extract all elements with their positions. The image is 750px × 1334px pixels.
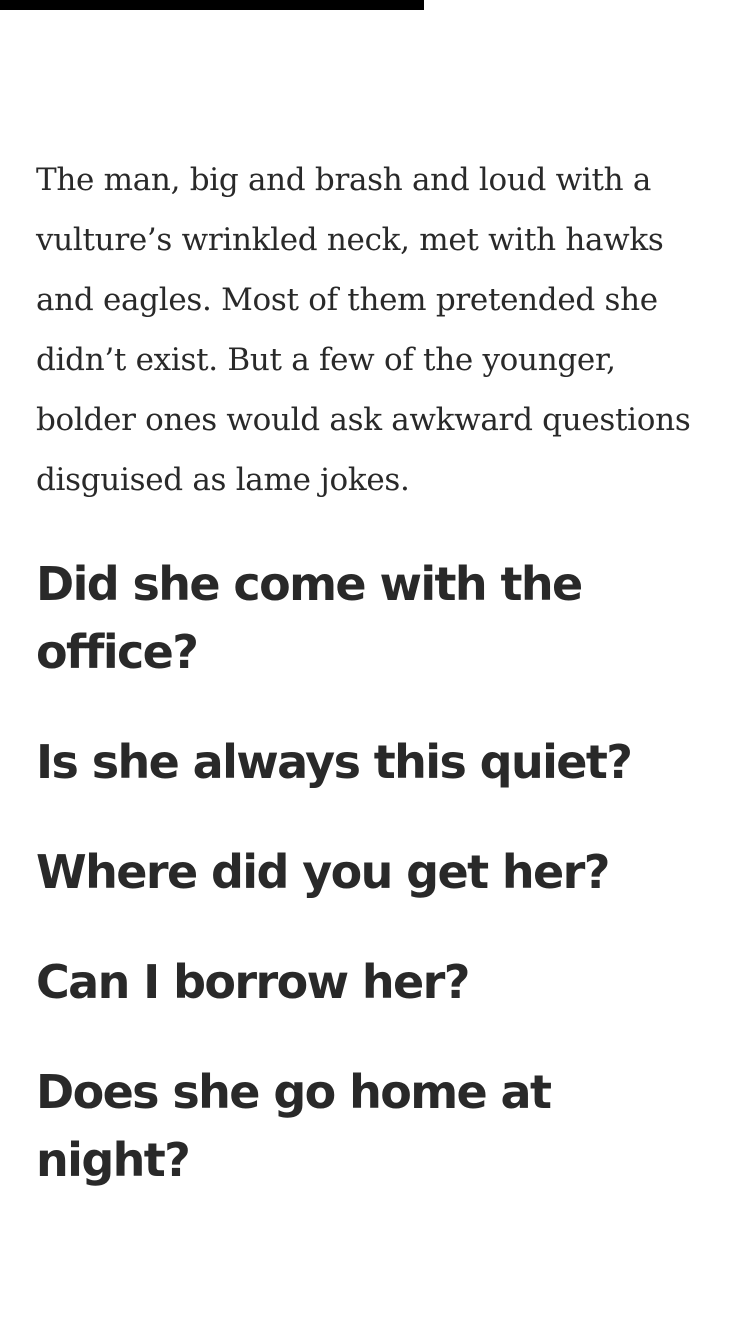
reading-progress-fill xyxy=(0,0,424,10)
question-heading: Is she always this quiet? xyxy=(36,735,633,789)
article-body: The man, big and brash and loud with a v… xyxy=(36,150,716,1194)
question-heading: Can I borrow her? xyxy=(36,955,470,1009)
reading-progress-bar xyxy=(0,0,750,10)
question-heading: Does she go home at night? xyxy=(36,1065,552,1187)
question-heading: Did she come with the office? xyxy=(36,557,583,679)
article-paragraph: The man, big and brash and loud with a v… xyxy=(36,162,691,498)
question-heading: Where did you get her? xyxy=(36,845,610,899)
